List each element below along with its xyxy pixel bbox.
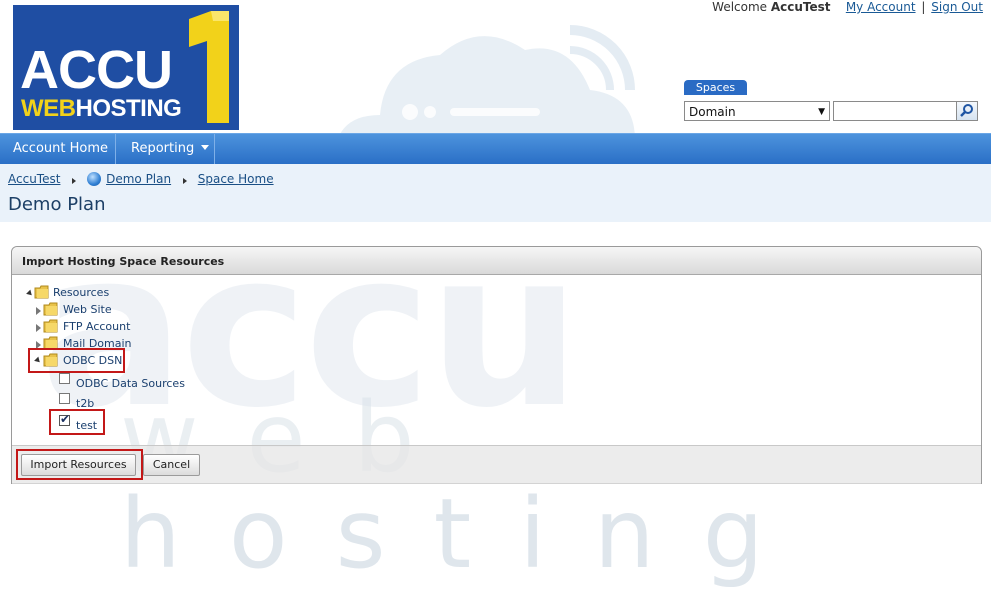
breadcrumb-item-space-home[interactable]: Space Home: [198, 172, 274, 186]
tree-label: FTP Account: [63, 320, 131, 333]
spaces-tab[interactable]: Spaces: [684, 80, 747, 95]
breadcrumb-arrow-icon: [72, 178, 77, 184]
domain-select[interactable]: Domain ▼: [684, 101, 830, 121]
nav-account-home[interactable]: Account Home: [13, 134, 108, 164]
user-links: Welcome AccuTest My Account | Sign Out: [712, 0, 983, 14]
logo-webhosting-text: WEBHOSTING: [21, 95, 182, 122]
checkbox[interactable]: [59, 393, 70, 404]
globe-icon: [87, 172, 102, 186]
breadcrumb-item-demo-plan[interactable]: Demo Plan: [106, 172, 171, 186]
logo-web-text: WEB: [21, 95, 76, 122]
logo-hosting-text: HOSTING: [75, 95, 182, 122]
tree-label: Web Site: [63, 303, 112, 316]
breadcrumb-item-accutest[interactable]: AccuTest: [8, 172, 60, 186]
chevron-down-icon: ▼: [818, 107, 825, 117]
main-nav-bar: Account Home Reporting: [0, 133, 991, 165]
search-button[interactable]: [956, 101, 978, 121]
highlight-odbc-dsn: [28, 348, 125, 373]
my-account-link[interactable]: My Account: [846, 0, 916, 14]
breadcrumb-arrow-icon: [182, 178, 187, 184]
panel-title: Import Hosting Space Resources: [22, 255, 225, 268]
accuwebhosting-logo[interactable]: ACCU WEBHOSTING: [13, 5, 239, 130]
sign-out-link[interactable]: Sign Out: [931, 0, 983, 14]
search-icon: [960, 104, 973, 117]
folder-icon: [43, 319, 58, 333]
link-separator: |: [921, 0, 926, 14]
breadcrumb-band: AccuTest Demo Plan Space Home Demo Plan: [0, 164, 991, 222]
breadcrumb: AccuTest Demo Plan Space Home: [8, 172, 274, 186]
nav-reporting-label: Reporting: [131, 141, 195, 156]
checkbox[interactable]: [59, 373, 70, 384]
domain-select-value: Domain: [689, 105, 736, 119]
folder-icon: [43, 302, 58, 316]
expand-toggle-icon[interactable]: [36, 307, 41, 315]
cancel-button[interactable]: Cancel: [143, 454, 200, 476]
logo-accu-text: ACCU: [20, 40, 173, 100]
nav-reporting[interactable]: Reporting: [131, 134, 210, 164]
import-resources-panel: Import Hosting Space Resources Resources…: [11, 246, 982, 484]
panel-header: Import Hosting Space Resources: [12, 247, 981, 275]
nav-divider: [115, 134, 116, 164]
welcome-label: Welcome: [712, 0, 768, 14]
tree-label: ODBC Data Sources: [76, 377, 185, 390]
nav-divider: [214, 134, 215, 164]
page-title: Demo Plan: [8, 194, 106, 215]
expand-toggle-icon[interactable]: [26, 289, 34, 298]
tree-label: Resources: [53, 286, 110, 299]
highlight-test: [49, 409, 105, 435]
user-name: AccuTest: [770, 0, 831, 14]
highlight-import-button: [16, 449, 143, 480]
search-input[interactable]: [833, 101, 957, 121]
folder-icon: [34, 285, 49, 299]
caret-down-icon: [201, 145, 210, 150]
panel-footer: Import Resources Cancel: [12, 445, 981, 484]
expand-toggle-icon[interactable]: [36, 324, 41, 332]
